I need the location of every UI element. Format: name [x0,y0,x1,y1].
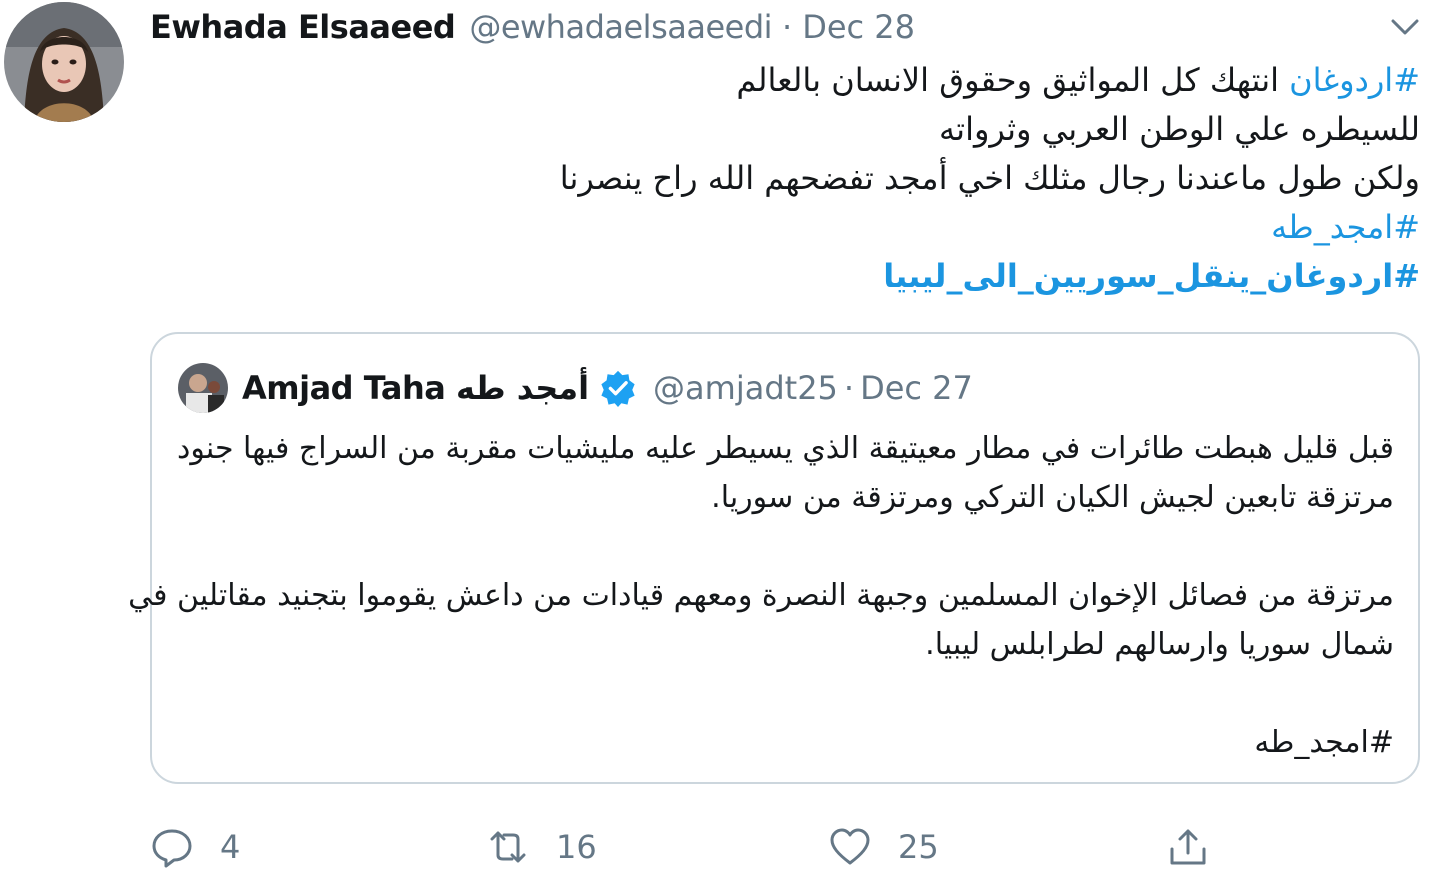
share-icon [1170,829,1206,865]
quoted-separator-dot: · [843,369,855,407]
quoted-line-3: مرتزقة من فصائل الإخوان المسلمين وجبهة ا… [128,578,1394,613]
tweet-line-3: ولكن طول ماعندنا رجال مثلك اخي أمجد تفضح… [559,159,1420,197]
tweet-line-1-text: انتهك كل المواثيق وحقوق الانسان بالعالم [736,61,1290,99]
tweet-line-2: للسيطره علي الوطن العربي وثرواته [939,110,1420,148]
quoted-line-1: قبل قليل هبطت طائرات في مطار معيتيقة الذ… [177,431,1394,466]
tweet-text: #اردوغان انتهك كل المواثيق وحقوق الانسان… [160,56,1420,301]
quoted-author-handle[interactable]: @amjadt25 [653,369,838,407]
retweet-icon [490,831,526,863]
author-name[interactable]: Ewhada Elsaaeed [150,8,456,46]
tweet: Ewhada Elsaaeed @ewhadaelsaaeedi · Dec 2… [0,0,1440,886]
tweet-header: Ewhada Elsaaeed @ewhadaelsaaeedi · Dec 2… [150,4,915,50]
tweet-line-1: #اردوغان انتهك كل المواثيق وحقوق الانسان… [160,56,1420,105]
like-button[interactable]: 25 [828,820,939,874]
reply-button[interactable]: 4 [150,820,240,874]
hashtag-link-amjad-taha[interactable]: #امجد_طه [160,203,1420,252]
heart-icon [830,828,870,865]
hashtag-link[interactable]: #اردوغان [1289,61,1420,99]
quoted-tweet-header: Amjad Taha أمجد طه @amjadt25 · Dec 27 [178,362,973,414]
quoted-tweet-date[interactable]: Dec 27 [860,369,973,407]
verified-badge-icon [601,370,635,407]
hashtag-link-erdogan[interactable]: #اردوغان_ينقل_سوريين_الى_ليبيا [160,252,1420,301]
quoted-author-name[interactable]: Amjad Taha أمجد طه [242,369,590,407]
reply-count: 4 [220,828,241,866]
quoted-author-avatar[interactable] [178,363,228,413]
author-handle[interactable]: @ewhadaelsaaeedi [469,8,772,46]
reply-icon [152,829,192,868]
retweet-button[interactable]: 16 [486,820,597,874]
quoted-tweet-text: قبل قليل هبطت طائرات في مطار معيتيقة الذ… [128,424,1394,767]
tweet-actions: 4 16 25 [150,820,1230,874]
separator-dot: · [782,8,793,46]
quoted-line-4: شمال سوريا وارسالهم لطرابلس ليبيا. [925,627,1394,662]
tweet-date[interactable]: Dec 28 [802,8,915,46]
share-button[interactable] [1166,820,1236,874]
quoted-tweet[interactable]: Amjad Taha أمجد طه @amjadt25 · Dec 27 قب… [128,332,1420,784]
quoted-hashtag: #امجد_طه [1254,725,1394,760]
author-avatar[interactable] [4,2,124,122]
chevron-down-icon[interactable] [1388,12,1422,42]
like-count: 25 [898,828,939,866]
retweet-count: 16 [556,828,597,866]
quoted-line-2: مرتزقة تابعين لجيش الكيان التركي ومرتزقة… [711,480,1394,515]
